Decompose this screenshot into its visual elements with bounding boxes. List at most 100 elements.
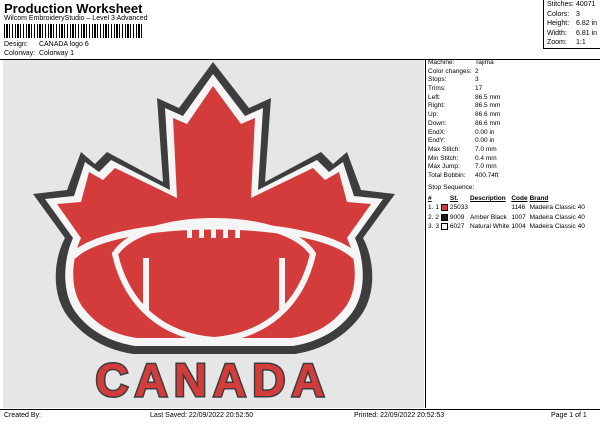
info-value: 2 bbox=[475, 67, 479, 75]
software-subtitle: Wilcom EmbroideryStudio – Level 3 Advanc… bbox=[4, 15, 148, 22]
col-header-description: Description bbox=[469, 195, 506, 202]
footer-page-number: Page 1 of 1 bbox=[551, 412, 587, 419]
info-value: 0.00 in bbox=[475, 128, 495, 136]
info-row: Up: 86.6 mm bbox=[428, 111, 500, 120]
table-row: 1. 1 25033 1146 Madeira Classic 40 bbox=[428, 203, 587, 213]
row-stitches: 9009 bbox=[449, 213, 465, 221]
row-code: 1007 bbox=[511, 213, 526, 221]
info-row: Max Jump: 7.0 mm bbox=[428, 163, 500, 172]
info-label: Down: bbox=[428, 119, 447, 127]
stats-box: Stitches: 40071 Colors: 3 Height: 6.82 in W… bbox=[543, 0, 600, 49]
info-row: Max Stitch: 7.0 mm bbox=[428, 146, 500, 155]
info-label: Up: bbox=[428, 111, 439, 119]
stat-value: 6.82 in bbox=[576, 20, 598, 28]
row-num: 2. bbox=[428, 213, 434, 221]
color-swatch bbox=[440, 213, 448, 221]
info-value: 17 bbox=[475, 85, 483, 93]
color-swatch bbox=[440, 204, 448, 212]
stat-label: Zoom: bbox=[547, 39, 567, 47]
machine-info: Machine: Tajima Color changes: 2 Stops: 3 T… bbox=[428, 59, 500, 181]
info-value: 0.00 in bbox=[475, 137, 495, 145]
info-label: Max Stitch: bbox=[428, 145, 461, 153]
table-row: 3. 3 6027 Natural White 1004 Madeira Cla… bbox=[428, 222, 587, 232]
design-text: CANADA bbox=[95, 354, 330, 406]
footer-printed: Printed: 22/09/2022 20:52:53 bbox=[354, 412, 445, 419]
panel-divider bbox=[425, 60, 426, 408]
embroidery-design: CANADA bbox=[33, 62, 395, 408]
stat-value: 1:1 bbox=[576, 39, 586, 47]
football-stripe-left bbox=[143, 258, 149, 310]
row-stop: 2 bbox=[435, 213, 449, 223]
info-label: Trims: bbox=[428, 85, 446, 93]
info-value: 400.74ft bbox=[475, 171, 499, 179]
info-row: Stops: 3 bbox=[428, 76, 500, 85]
page-title: Production Worksheet bbox=[4, 1, 143, 16]
design-value: CANADA logo 6 bbox=[38, 41, 89, 48]
row-stop: 3 bbox=[435, 222, 449, 232]
row-num: 1. bbox=[428, 204, 434, 212]
stat-label: Stitches: bbox=[547, 1, 574, 8]
stat-value: 3 bbox=[576, 10, 580, 18]
info-row: Machine: Tajima bbox=[428, 59, 500, 68]
info-label: EndY: bbox=[428, 137, 446, 145]
row-code: 1146 bbox=[511, 204, 526, 212]
stat-value: 6.81 in bbox=[576, 29, 598, 37]
info-label: Max Jump: bbox=[428, 163, 460, 171]
info-value: 86.5 mm bbox=[475, 93, 501, 101]
design-preview: CANADA bbox=[3, 60, 424, 408]
info-value: 3 bbox=[475, 76, 479, 84]
info-label: Total Bobbin: bbox=[428, 171, 466, 179]
info-row: EndX: 0.00 in bbox=[428, 129, 500, 138]
col-header-brand: Brand bbox=[529, 195, 549, 202]
stop-sequence-table: # St. Description Code Brand 1. 1 25033 … bbox=[428, 194, 587, 232]
row-stitches: 25033 bbox=[449, 204, 468, 212]
info-row: Trims: 17 bbox=[428, 85, 500, 94]
info-row: Left: 86.5 mm bbox=[428, 94, 500, 103]
stat-row: Height: 6.82 in bbox=[544, 19, 600, 29]
stat-label: Height: bbox=[547, 20, 570, 28]
info-row: Min Stitch: 0.4 mm bbox=[428, 155, 500, 164]
stat-value: 40071 bbox=[576, 1, 596, 8]
info-value: 86.6 mm bbox=[475, 119, 501, 127]
row-brand: Madeira Classic 40 bbox=[529, 204, 585, 212]
row-brand: Madeira Classic 40 bbox=[529, 223, 585, 231]
row-stop-number: 3 bbox=[435, 223, 440, 231]
info-label: Min Stitch: bbox=[428, 154, 459, 162]
design-meta-row: Design: CANADA logo 6 bbox=[4, 41, 89, 48]
row-stop-number: 2 bbox=[435, 213, 440, 221]
footer-last-saved: Last Saved: 22/09/2022 20:52:50 bbox=[150, 412, 254, 419]
row-stop: 1 bbox=[435, 203, 449, 213]
stat-row: Stitches: 40071 bbox=[544, 0, 600, 10]
info-value: 0.4 mm bbox=[475, 154, 497, 162]
col-header-stitches: St. bbox=[449, 195, 459, 202]
footer-created-by: Created By: bbox=[4, 412, 41, 419]
footer-divider bbox=[0, 409, 600, 410]
stat-label: Width: bbox=[547, 29, 567, 37]
table-header-row: # St. Description Code Brand bbox=[428, 194, 587, 203]
colorway-meta-row: Colorway: Colorway 1 bbox=[4, 50, 74, 57]
info-label: Machine: bbox=[428, 59, 455, 66]
info-value: 86.5 mm bbox=[475, 102, 501, 110]
design-label: Design: bbox=[4, 41, 28, 48]
info-value: Tajima bbox=[475, 59, 494, 66]
stat-row: Width: 6.81 in bbox=[544, 29, 600, 39]
colorway-value: Colorway 1 bbox=[38, 50, 74, 57]
info-label: Stops: bbox=[428, 76, 447, 84]
stat-row: Colors: 3 bbox=[544, 10, 600, 20]
stop-sequence-title: Stop Sequence: bbox=[428, 184, 475, 191]
row-description bbox=[470, 203, 511, 213]
info-row: EndY: 0.00 in bbox=[428, 137, 500, 146]
stat-row: Zoom: 1:1 bbox=[544, 38, 600, 48]
info-row: Total Bobbin: 400.74ft bbox=[428, 172, 500, 181]
row-num: 3. bbox=[428, 223, 434, 231]
row-stitches: 6027 bbox=[449, 223, 465, 231]
table-row: 2. 2 9009 Amber Black 1007 Madeira Class… bbox=[428, 213, 587, 223]
row-code: 1004 bbox=[511, 223, 526, 231]
barcode bbox=[4, 24, 142, 38]
col-header-num: # bbox=[428, 195, 432, 202]
info-value: 86.6 mm bbox=[475, 111, 501, 119]
row-stop-number: 1 bbox=[435, 204, 440, 212]
info-label: EndX: bbox=[428, 128, 446, 136]
info-label: Left: bbox=[428, 93, 441, 101]
info-row: Right: 86.5 mm bbox=[428, 102, 500, 111]
